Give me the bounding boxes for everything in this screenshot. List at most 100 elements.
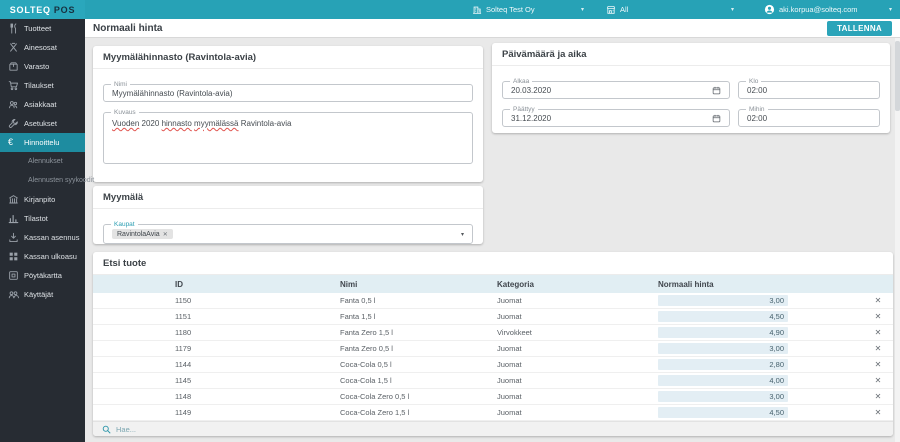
price-input[interactable]: 4,50 xyxy=(658,311,788,322)
products-card: Etsi tuote ID Nimi Kategoria Normaali hi… xyxy=(93,252,893,436)
people-icon xyxy=(8,99,22,110)
search-icon xyxy=(102,421,111,437)
app-logo: SOLTEQ POS xyxy=(0,0,85,19)
product-category: Juomat xyxy=(497,376,658,385)
chip-remove-icon[interactable]: ✕ xyxy=(163,231,168,238)
calendar-icon[interactable] xyxy=(712,86,721,95)
start-time-value: 02:00 xyxy=(747,86,767,95)
remove-row-button[interactable]: ✕ xyxy=(875,408,882,417)
sidebar-item-label: Alennukset xyxy=(28,158,63,165)
scrollbar-track[interactable] xyxy=(895,19,900,442)
product-category: Juomat xyxy=(497,392,658,401)
description-word: 2020 xyxy=(142,119,160,128)
sidebar-item-label: Kassan ulkoasu xyxy=(24,252,77,261)
description-word: hinnasto xyxy=(162,119,192,128)
price-input[interactable]: 3,00 xyxy=(658,391,788,402)
products-card-title: Etsi tuote xyxy=(93,252,893,275)
sidebar: TuotteetAinesosat Varasto Tilaukset Asiakka… xyxy=(0,19,85,442)
sidebar-item-tilaukset[interactable]: Tilaukset xyxy=(0,76,85,95)
save-button[interactable]: TALLENNA xyxy=(827,21,892,36)
sidebar-item-pöytäkartta[interactable]: Pöytäkartta xyxy=(0,266,85,285)
chevron-down-icon: ▾ xyxy=(731,6,734,13)
sidebar-item-kirjanpito[interactable]: Kirjanpito xyxy=(0,190,85,209)
company-selector[interactable]: Solteq Test Oy ▾ xyxy=(472,5,584,15)
stores-select-label: Kaupat xyxy=(111,221,138,228)
start-date-field[interactable]: Alkaa 20.03.2020 xyxy=(502,81,730,99)
end-time-field[interactable]: Mihin 02:00 xyxy=(738,109,880,127)
dropdown-caret-icon[interactable]: ▾ xyxy=(461,231,464,238)
sidebar-item-tuotteet[interactable]: Tuotteet xyxy=(0,19,85,38)
sidebar-item-label: Tilastot xyxy=(24,214,48,223)
product-category: Virvokkeet xyxy=(497,328,658,337)
table-row: 1179Fanta Zero 0,5 lJuomat3,00✕ xyxy=(93,341,893,357)
sidebar-item-käyttäjät[interactable]: Käyttäjät xyxy=(0,285,85,304)
sidebar-item-label: Asiakkaat xyxy=(24,100,57,109)
sidebar-item-kassan-asennus[interactable]: Kassan asennus xyxy=(0,228,85,247)
product-id: 1150 xyxy=(175,296,340,305)
sidebar-item-asetukset[interactable]: Asetukset xyxy=(0,114,85,133)
description-field[interactable]: Kuvaus Vuoden 2020 hinnasto myymälässä R… xyxy=(103,112,473,164)
store-filter-selector[interactable]: All ▾ xyxy=(606,5,734,15)
price-input[interactable]: 3,00 xyxy=(658,343,788,354)
content-area: Myymälähinnasto (Ravintola-avia) Nimi My… xyxy=(85,38,895,442)
price-input[interactable]: 4,00 xyxy=(658,375,788,386)
remove-row-button[interactable]: ✕ xyxy=(875,312,882,321)
table-header-row: ID Nimi Kategoria Normaali hinta xyxy=(93,275,893,293)
grid-icon xyxy=(8,251,22,262)
start-time-field[interactable]: Klo 02:00 xyxy=(738,81,880,99)
sidebar-item-varasto[interactable]: Varasto xyxy=(0,57,85,76)
bank-icon xyxy=(8,194,22,205)
store-filter-value: All xyxy=(620,5,628,14)
sidebar-item-kassan-ulkoasu[interactable]: Kassan ulkoasu xyxy=(0,247,85,266)
start-time-label: Klo xyxy=(746,78,761,85)
stores-select[interactable]: Kaupat RavintolaAvia ✕ ▾ xyxy=(103,224,473,244)
tablemap-icon xyxy=(8,270,22,281)
product-id: 1180 xyxy=(175,328,340,337)
column-header-id: ID xyxy=(175,280,340,289)
sidebar-item-hinnoittelu[interactable]: €Hinnoittelu xyxy=(0,133,85,152)
end-time-label: Mihin xyxy=(746,106,768,113)
sidebar-item-asiakkaat[interactable]: Asiakkaat xyxy=(0,95,85,114)
box-icon xyxy=(8,61,22,72)
description-word: myymälässä xyxy=(194,119,238,128)
users-icon xyxy=(8,289,22,300)
sidebar-item-label: Varasto xyxy=(24,62,49,71)
start-date-value: 20.03.2020 xyxy=(511,86,551,95)
sidebar-item-label: Tilaukset xyxy=(24,81,54,90)
product-name: Fanta 0,5 l xyxy=(340,296,497,305)
end-date-field[interactable]: Päättyy 31.12.2020 xyxy=(502,109,730,127)
datetime-card: Päivämäärä ja aika Alkaa 20.03.2020 Klo … xyxy=(492,43,890,133)
remove-row-button[interactable]: ✕ xyxy=(875,328,882,337)
remove-row-button[interactable]: ✕ xyxy=(875,376,882,385)
price-input[interactable]: 3,00 xyxy=(658,295,788,306)
price-input[interactable]: 4,90 xyxy=(658,327,788,338)
product-search-input[interactable]: Hae... xyxy=(93,421,893,436)
remove-row-button[interactable]: ✕ xyxy=(875,344,882,353)
chevron-down-icon: ▾ xyxy=(581,6,584,13)
remove-row-button[interactable]: ✕ xyxy=(875,392,882,401)
store-icon xyxy=(606,5,616,15)
download-icon xyxy=(8,232,22,243)
price-input[interactable]: 2,80 xyxy=(658,359,788,370)
price-input[interactable]: 4,50 xyxy=(658,407,788,418)
end-date-value: 31.12.2020 xyxy=(511,114,551,123)
sidebar-item-label: Kassan asennus xyxy=(24,233,79,242)
table-row: 1145Coca-Cola 1,5 lJuomat4,00✕ xyxy=(93,373,893,389)
sidebar-item-alennusten-syykoodit[interactable]: Alennusten syykoodit xyxy=(0,171,85,190)
product-category: Juomat xyxy=(497,344,658,353)
product-name: Coca-Cola 0,5 l xyxy=(340,360,497,369)
user-menu[interactable]: aki.korpua@solteq.com ▾ xyxy=(764,4,892,15)
product-category: Juomat xyxy=(497,408,658,417)
sidebar-item-tilastot[interactable]: Tilastot xyxy=(0,209,85,228)
name-field[interactable]: Nimi Myymälähinnasto (Ravintola-avia) xyxy=(103,84,473,102)
remove-row-button[interactable]: ✕ xyxy=(875,360,882,369)
calendar-icon[interactable] xyxy=(712,114,721,123)
sidebar-item-alennukset[interactable]: Alennukset xyxy=(0,152,85,171)
product-id: 1148 xyxy=(175,392,340,401)
sidebar-item-label: Kirjanpito xyxy=(24,195,55,204)
remove-row-button[interactable]: ✕ xyxy=(875,296,882,305)
euro-icon: € xyxy=(8,138,22,147)
sidebar-item-ainesosat[interactable]: Ainesosat xyxy=(0,38,85,57)
product-id: 1151 xyxy=(175,312,340,321)
scrollbar-thumb[interactable] xyxy=(895,41,900,111)
